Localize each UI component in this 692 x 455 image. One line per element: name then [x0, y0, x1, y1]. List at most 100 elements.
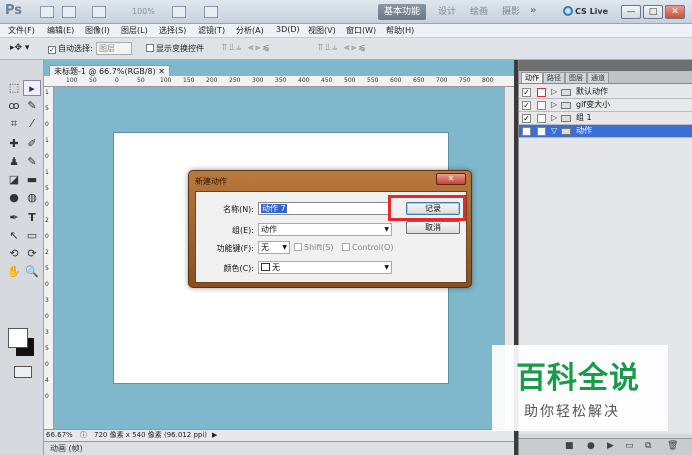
- move-tool-icon[interactable]: ▸: [23, 80, 41, 96]
- menu-help[interactable]: 帮助(H): [386, 25, 414, 36]
- list-item[interactable]: ✓ ▷ gif变大小: [519, 99, 692, 112]
- minimize-button[interactable]: —: [621, 5, 641, 19]
- record-icon[interactable]: ●: [587, 441, 595, 451]
- distribute-icons[interactable]: ⫪⫫⫨ ⫷⫸⫹: [318, 43, 368, 53]
- tab-actions[interactable]: 动作: [521, 72, 543, 83]
- clone-stamp-icon[interactable]: ♟: [5, 154, 23, 170]
- shift-checkbox[interactable]: Shift(S): [294, 243, 334, 252]
- list-item[interactable]: ▽ 动作: [519, 125, 692, 138]
- menu-analysis[interactable]: 分析(A): [236, 25, 264, 36]
- 3d-orbit-icon[interactable]: ⟳: [23, 246, 41, 262]
- foreground-color-swatch[interactable]: [8, 328, 28, 348]
- expand-triangle-icon[interactable]: ▷: [551, 112, 557, 124]
- name-input[interactable]: 动作 7: [258, 202, 390, 215]
- 3d-rotate-icon[interactable]: ⟲: [5, 246, 23, 262]
- tab-layers[interactable]: 图层: [565, 72, 587, 83]
- move-tool-icon[interactable]: ▸✥ ▾: [10, 43, 29, 53]
- panel-tabs: 动作 路径 图层 通道: [519, 71, 692, 84]
- workspace-essentials[interactable]: 基本功能: [378, 4, 427, 20]
- cs-live-button[interactable]: CS Live: [563, 4, 613, 20]
- dialog-toggle-icon[interactable]: [537, 101, 546, 110]
- check-icon[interactable]: ✓: [522, 101, 531, 110]
- dialog-toggle-icon[interactable]: [537, 127, 546, 136]
- function-key-select[interactable]: 无 ▼: [258, 241, 290, 254]
- menu-view[interactable]: 视图(V): [308, 25, 336, 36]
- dodge-tool-icon[interactable]: ◍: [23, 190, 41, 206]
- zoom-tool-icon[interactable]: 🔍: [23, 264, 41, 280]
- menu-window[interactable]: 窗口(W): [346, 25, 376, 36]
- folder-icon: [561, 128, 571, 135]
- menu-filter[interactable]: 滤镜(T): [198, 25, 225, 36]
- expand-triangle-icon[interactable]: ▷: [551, 86, 557, 98]
- auto-select-dropdown[interactable]: 图层: [96, 42, 132, 55]
- auto-select-checkbox[interactable]: ✓ 自动选择:: [48, 43, 93, 54]
- animation-panel-tab[interactable]: 动画 (帧): [44, 441, 514, 455]
- menu-3d[interactable]: 3D(D): [276, 25, 300, 34]
- shape-tool-icon[interactable]: ▭: [23, 228, 41, 244]
- minibridge-icon[interactable]: [62, 6, 76, 18]
- blur-tool-icon[interactable]: ●: [5, 190, 23, 206]
- tab-channels[interactable]: 通道: [587, 72, 609, 83]
- document-tab[interactable]: 未标题-1 @ 66.7%(RGB/8) ✕: [49, 65, 170, 76]
- trash-icon[interactable]: 🗑: [667, 441, 678, 451]
- color-select[interactable]: 无 ▼: [258, 261, 392, 274]
- quick-select-icon[interactable]: ✎: [23, 98, 41, 114]
- gradient-tool-icon[interactable]: ▬: [23, 172, 41, 188]
- path-select-icon[interactable]: ↖: [5, 228, 23, 244]
- tab-paths[interactable]: 路径: [543, 72, 565, 83]
- folder-icon: [561, 115, 571, 122]
- view-extras-icon[interactable]: [92, 6, 106, 18]
- dialog-close-button[interactable]: ✕: [436, 173, 466, 185]
- more-workspaces-icon[interactable]: »: [530, 5, 536, 16]
- group-select[interactable]: 动作 ▼: [258, 223, 392, 236]
- check-icon[interactable]: [522, 127, 531, 136]
- status-zoom[interactable]: 66.67%: [46, 430, 73, 441]
- hand-tool-icon[interactable]: ✋: [5, 264, 23, 280]
- expand-triangle-icon[interactable]: ▷: [551, 99, 557, 111]
- new-set-icon[interactable]: ▭: [625, 441, 634, 451]
- dialog-toggle-icon[interactable]: [537, 114, 546, 123]
- menu-image[interactable]: 图像(I): [85, 25, 110, 36]
- bridge-icon[interactable]: [40, 6, 54, 18]
- menu-layer[interactable]: 图层(L): [121, 25, 148, 36]
- healing-brush-icon[interactable]: ✚: [5, 136, 23, 152]
- menu-edit[interactable]: 编辑(E): [47, 25, 74, 36]
- check-icon[interactable]: ✓: [522, 114, 531, 123]
- brush-tool-icon[interactable]: ✐: [23, 136, 41, 152]
- eyedropper-icon[interactable]: ⁄: [23, 116, 41, 132]
- new-action-icon[interactable]: ⧉: [645, 441, 651, 451]
- check-icon[interactable]: ✓: [522, 88, 531, 97]
- info-icon[interactable]: ⓘ: [80, 430, 87, 441]
- stop-icon[interactable]: ■: [565, 441, 574, 451]
- close-icon[interactable]: ✕: [158, 67, 165, 76]
- arrange-documents-icon[interactable]: [172, 6, 186, 18]
- workspace-photography[interactable]: 摄影: [496, 4, 526, 20]
- quick-mask-icon[interactable]: [14, 366, 32, 378]
- collapse-triangle-icon[interactable]: ▽: [551, 125, 557, 137]
- dialog-toggle-icon[interactable]: [537, 88, 546, 97]
- workspace-painting[interactable]: 绘画: [464, 4, 494, 20]
- marquee-tool-icon[interactable]: ⬚: [5, 80, 23, 96]
- control-checkbox[interactable]: Control(O): [342, 243, 393, 252]
- history-brush-icon[interactable]: ✎: [23, 154, 41, 170]
- zoom-level[interactable]: 100%: [132, 7, 155, 16]
- show-transform-checkbox[interactable]: 显示变换控件: [146, 43, 204, 54]
- workspace-design[interactable]: 设计: [432, 4, 462, 20]
- close-button[interactable]: ✕: [665, 5, 685, 19]
- lasso-tool-icon[interactable]: ꝏ: [5, 98, 23, 114]
- menu-file[interactable]: 文件(F): [8, 25, 35, 36]
- watermark: 百科全说 助你轻松解决: [492, 345, 668, 431]
- play-icon[interactable]: ▶: [607, 441, 614, 451]
- list-item[interactable]: ✓ ▷ 组 1: [519, 112, 692, 125]
- type-tool-icon[interactable]: T: [23, 210, 41, 226]
- cancel-button[interactable]: 取消: [406, 221, 460, 234]
- status-menu-arrow-icon[interactable]: ▶: [212, 430, 217, 441]
- list-item[interactable]: ✓ ▷ 默认动作: [519, 86, 692, 99]
- align-icons[interactable]: ⫪⫫⫨ ⫷⫸⫹: [222, 43, 272, 53]
- eraser-icon[interactable]: ◪: [5, 172, 23, 188]
- maximize-button[interactable]: □: [643, 5, 663, 19]
- pen-tool-icon[interactable]: ✒: [5, 210, 23, 226]
- screen-mode-icon[interactable]: [204, 6, 218, 18]
- crop-tool-icon[interactable]: ⌗: [5, 116, 23, 132]
- menu-select[interactable]: 选择(S): [159, 25, 186, 36]
